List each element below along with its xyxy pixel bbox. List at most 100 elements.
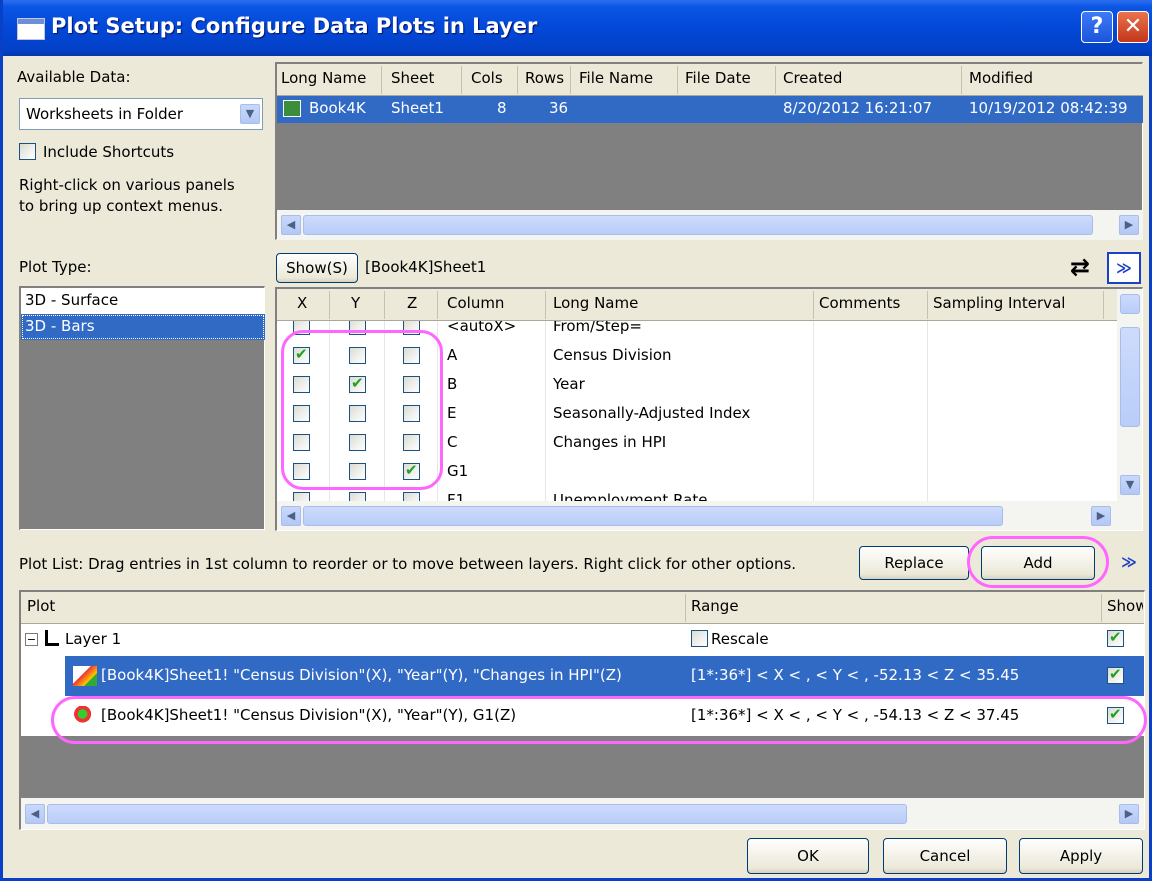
plot-show-checkbox[interactable] — [1107, 705, 1124, 724]
col-header[interactable]: Created — [783, 69, 842, 87]
ok-button[interactable]: OK — [747, 838, 869, 874]
col-header-x[interactable]: X — [297, 294, 307, 312]
checkbox-y[interactable] — [349, 374, 366, 393]
rescale-checkbox[interactable] — [691, 630, 708, 647]
plot-type-label: Plot Type: — [19, 258, 92, 276]
swap-arrows-icon[interactable]: ⇄ — [1065, 253, 1095, 283]
column-row[interactable]: G1 — [277, 457, 1117, 486]
plot-row[interactable]: [Book4K]Sheet1! "Census Division"(X), "Y… — [21, 656, 1144, 696]
columns-grid[interactable]: X Y Z Column Long Name Comments Sampling… — [275, 287, 1143, 531]
rescale-label: Rescale — [711, 630, 769, 648]
available-data-dropdown[interactable]: Worksheets in Folder ▼ — [19, 98, 263, 130]
checkbox-x[interactable] — [293, 492, 310, 501]
scroll-thumb[interactable] — [303, 506, 1003, 526]
col-header[interactable]: File Date — [685, 69, 751, 87]
plot-list[interactable]: Plot Range Show − Layer 1 Rescale [Book4… — [19, 590, 1145, 830]
col-header-plot[interactable]: Plot — [27, 597, 55, 615]
scroll-left-icon[interactable]: ◀ — [281, 215, 301, 235]
replace-button[interactable]: Replace — [859, 546, 969, 580]
col-header-column[interactable]: Column — [447, 294, 504, 312]
available-data-table[interactable]: Long Name Sheet Cols Rows File Name File… — [275, 62, 1143, 240]
checkbox-y[interactable] — [349, 347, 366, 364]
close-button[interactable]: ✕ — [1117, 11, 1149, 43]
scroll-thumb[interactable] — [47, 804, 907, 824]
checkbox-x[interactable] — [293, 405, 310, 422]
plot-list-scrollbar[interactable]: ◀ ▶ — [21, 798, 1144, 829]
col-header[interactable]: Cols — [471, 69, 503, 87]
apply-button[interactable]: Apply — [1019, 838, 1143, 874]
cell-long-name: Seasonally-Adjusted Index — [553, 404, 751, 422]
col-header[interactable]: Long Name — [281, 69, 366, 87]
checkbox-z[interactable] — [403, 461, 420, 480]
list-item[interactable]: 3D - Surface — [21, 288, 265, 314]
chevron-down-icon[interactable]: ▼ — [240, 104, 260, 124]
plot-row[interactable]: [Book4K]Sheet1! "Census Division"(X), "Y… — [21, 696, 1144, 736]
cell-long-name: Book4K — [309, 99, 366, 117]
col-header-show[interactable]: Show — [1107, 597, 1143, 615]
scroll-up-icon[interactable] — [1120, 294, 1140, 314]
checkbox-x[interactable] — [293, 463, 310, 480]
col-header[interactable]: File Name — [579, 69, 653, 87]
double-chevron-down-icon[interactable]: ≫ — [1107, 252, 1141, 284]
scroll-right-icon[interactable]: ▶ — [1119, 215, 1139, 235]
checkbox-y[interactable] — [349, 434, 366, 451]
title-bar[interactable]: Plot Setup: Configure Data Plots in Laye… — [3, 0, 1152, 56]
scroll-right-icon[interactable]: ▶ — [1091, 506, 1111, 526]
scroll-down-icon[interactable]: ▼ — [1120, 475, 1140, 495]
checkbox-x[interactable] — [293, 321, 310, 335]
column-row[interactable]: A Census Division — [277, 341, 1117, 370]
checkbox-z[interactable] — [403, 321, 420, 335]
checkbox-z[interactable] — [403, 434, 420, 451]
window-title: Plot Setup: Configure Data Plots in Laye… — [51, 14, 538, 38]
grid-vscrollbar[interactable]: ▼ — [1117, 289, 1142, 501]
plot-type-list[interactable]: 3D - Surface 3D - Bars — [19, 286, 265, 530]
table-scrollbar[interactable]: ◀ ▶ — [277, 210, 1143, 240]
table-header: Long Name Sheet Cols Rows File Name File… — [277, 64, 1143, 96]
column-row[interactable]: C Changes in HPI — [277, 428, 1117, 457]
scroll-thumb[interactable] — [1120, 327, 1140, 427]
col-header-range[interactable]: Range — [691, 597, 739, 615]
checkbox-x[interactable] — [293, 434, 310, 451]
checkbox-z[interactable] — [403, 347, 420, 364]
help-button[interactable]: ? — [1081, 11, 1113, 43]
scroll-left-icon[interactable]: ◀ — [25, 804, 45, 824]
checkbox-z[interactable] — [403, 492, 420, 501]
column-row[interactable]: <autoX> From/Step= — [277, 321, 1117, 341]
available-data-value: Worksheets in Folder — [26, 105, 184, 123]
layer-show-checkbox[interactable] — [1107, 628, 1124, 647]
grid-hscrollbar[interactable]: ◀ ▶ — [277, 501, 1142, 530]
col-header-y[interactable]: Y — [351, 294, 360, 312]
scroll-right-icon[interactable]: ▶ — [1119, 804, 1139, 824]
add-button[interactable]: Add — [981, 546, 1095, 580]
col-header[interactable]: Modified — [969, 69, 1033, 87]
checkbox-y[interactable] — [349, 321, 366, 335]
checkbox-z[interactable] — [403, 405, 420, 422]
cancel-button[interactable]: Cancel — [883, 838, 1007, 874]
column-row[interactable]: B Year — [277, 370, 1117, 399]
layer-icon — [45, 630, 59, 646]
col-header-z[interactable]: Z — [407, 294, 417, 312]
plot-show-checkbox[interactable] — [1107, 665, 1124, 684]
layer-row[interactable]: − Layer 1 Rescale — [21, 624, 1144, 656]
col-header-long-name[interactable]: Long Name — [553, 294, 638, 312]
checkbox-y[interactable] — [349, 463, 366, 480]
checkbox-y[interactable] — [349, 405, 366, 422]
collapse-icon[interactable]: − — [25, 633, 38, 646]
double-chevron-down-icon[interactable]: ≫ — [1115, 548, 1143, 576]
col-header-sampling[interactable]: Sampling Interval — [933, 294, 1065, 312]
col-header-comments[interactable]: Comments — [819, 294, 900, 312]
list-item[interactable]: 3D - Bars — [21, 314, 265, 340]
checkbox-z[interactable] — [403, 376, 420, 393]
checkbox-x[interactable] — [293, 376, 310, 393]
checkbox-x[interactable] — [293, 345, 310, 364]
col-header[interactable]: Rows — [525, 69, 564, 87]
scroll-thumb[interactable] — [303, 215, 1093, 235]
column-row[interactable]: F1 Unemployment Rate — [277, 486, 1117, 501]
table-row[interactable]: Book4K Sheet1 8 36 8/20/2012 16:21:07 10… — [277, 96, 1143, 123]
column-row[interactable]: E Seasonally-Adjusted Index — [277, 399, 1117, 428]
checkbox-y[interactable] — [349, 492, 366, 501]
show-button[interactable]: Show(S) — [276, 253, 358, 283]
col-header[interactable]: Sheet — [391, 69, 434, 87]
scroll-left-icon[interactable]: ◀ — [281, 506, 301, 526]
include-shortcuts-checkbox[interactable] — [19, 143, 36, 160]
